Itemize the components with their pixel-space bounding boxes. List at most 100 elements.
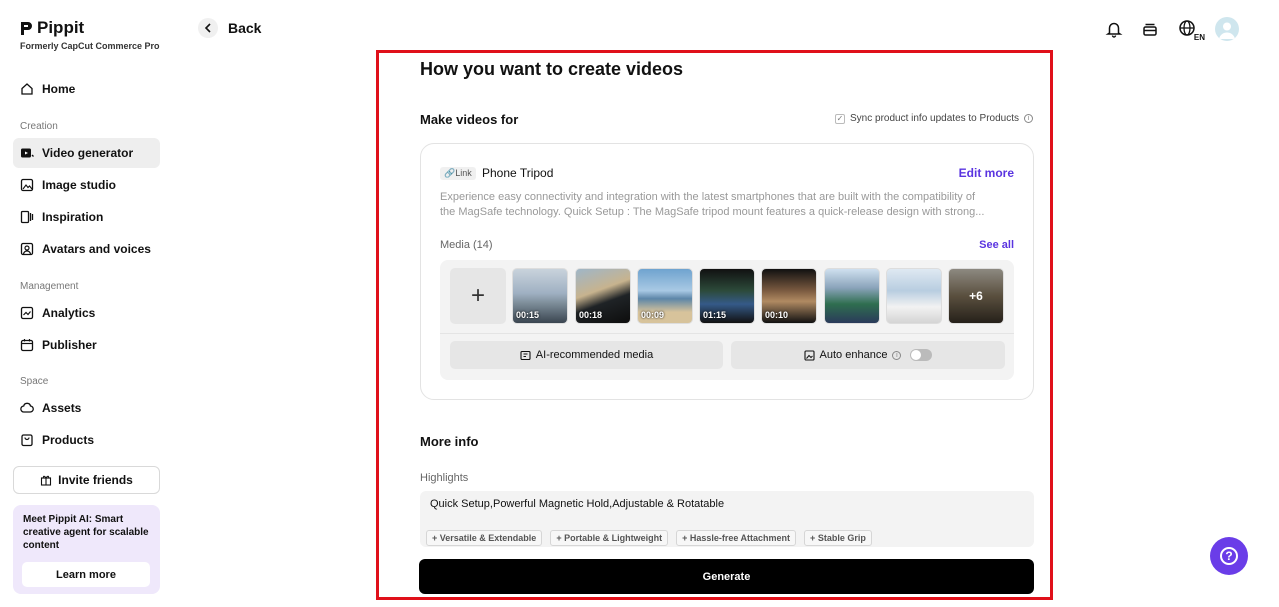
media-thumbnail[interactable]: 00:15 bbox=[512, 268, 568, 324]
image-icon bbox=[20, 178, 34, 192]
sidebar-item-label: Analytics bbox=[42, 306, 96, 320]
duration-label: 00:10 bbox=[765, 310, 789, 320]
sidebar-item-home[interactable]: Home bbox=[13, 74, 160, 104]
ai-recommended-media-button[interactable]: AI-recommended media bbox=[450, 341, 723, 369]
ai-media-icon bbox=[520, 350, 531, 360]
sidebar-item-inspiration[interactable]: Inspiration bbox=[13, 202, 160, 232]
home-icon bbox=[21, 83, 33, 95]
brand-logo[interactable]: Pippit bbox=[20, 18, 84, 38]
sidebar-item-products[interactable]: Products bbox=[13, 425, 160, 455]
chevron-left-icon bbox=[198, 18, 218, 38]
divider bbox=[440, 333, 1014, 334]
invite-label: Invite friends bbox=[58, 473, 133, 487]
sidebar-item-avatars[interactable]: Avatars and voices bbox=[13, 234, 160, 264]
duration-label: 00:15 bbox=[516, 310, 540, 320]
user-avatar[interactable] bbox=[1215, 17, 1239, 41]
sidebar-item-label: Image studio bbox=[42, 178, 117, 192]
sidebar-item-publisher[interactable]: Publisher bbox=[13, 330, 160, 360]
sidebar-item-assets[interactable]: Assets bbox=[13, 393, 160, 423]
ai-button-label: AI-recommended media bbox=[535, 349, 654, 361]
plus-icon: + bbox=[470, 282, 485, 309]
product-card: 🔗Link Phone Tripod Edit more Experience … bbox=[420, 143, 1034, 400]
promo-text: Meet Pippit AI: Smart creative agent for… bbox=[23, 514, 149, 551]
section-management: Management bbox=[20, 281, 79, 292]
gift-icon bbox=[41, 475, 52, 486]
highlight-suggestions: + Versatile & Extendable + Portable & Li… bbox=[426, 530, 872, 546]
link-tag: 🔗Link bbox=[440, 167, 476, 180]
media-thumbnail[interactable] bbox=[824, 268, 880, 324]
highlights-field[interactable]: Quick Setup,Powerful Magnetic Hold,Adjus… bbox=[420, 491, 1034, 547]
edit-more-link[interactable]: Edit more bbox=[959, 166, 1014, 180]
back-label: Back bbox=[228, 20, 262, 36]
bag-icon bbox=[21, 434, 33, 447]
stack-icon[interactable] bbox=[1139, 18, 1161, 40]
cloud-icon bbox=[20, 402, 34, 413]
sidebar-item-label: Products bbox=[42, 433, 95, 447]
avatar-icon bbox=[20, 242, 34, 256]
auto-enhance-toggle[interactable] bbox=[910, 349, 933, 361]
highlights-text[interactable]: Quick Setup,Powerful Magnetic Hold,Adjus… bbox=[430, 498, 724, 510]
enhance-icon bbox=[803, 349, 815, 361]
generate-button[interactable]: Generate bbox=[419, 559, 1034, 594]
sidebar-item-label: Assets bbox=[42, 401, 82, 415]
top-toolbar: EN bbox=[1103, 17, 1239, 42]
invite-friends-button[interactable]: Invite friends bbox=[13, 466, 160, 494]
auto-enhance-label: Auto enhance bbox=[819, 349, 888, 361]
language-globe-icon[interactable]: EN bbox=[1175, 18, 1205, 42]
media-thumbnail[interactable]: +6 bbox=[948, 268, 1004, 324]
sidebar-item-label: Inspiration bbox=[42, 210, 104, 224]
sync-checkbox[interactable]: ✓ Sync product info updates to Products … bbox=[835, 113, 1033, 124]
section-space: Space bbox=[20, 376, 49, 387]
auto-enhance-control: Auto enhance i bbox=[731, 341, 1005, 369]
media-thumbnail[interactable]: 01:15 bbox=[699, 268, 755, 324]
learn-more-button[interactable]: Learn more bbox=[22, 562, 150, 587]
duration-label: 00:18 bbox=[579, 310, 603, 320]
add-media-button[interactable]: + bbox=[450, 268, 506, 324]
media-thumbnail[interactable] bbox=[886, 268, 942, 324]
promo-card: Meet Pippit AI: Smart creative agent for… bbox=[13, 505, 160, 594]
description-line: the MagSafe technology. Quick Setup : Th… bbox=[440, 206, 985, 218]
sidebar-item-video-generator[interactable]: Video generator bbox=[13, 138, 160, 168]
media-thumbnail[interactable]: 00:18 bbox=[575, 268, 631, 324]
highlight-chip[interactable]: + Portable & Lightweight bbox=[550, 530, 669, 546]
info-icon[interactable]: i bbox=[892, 350, 902, 360]
video-icon bbox=[21, 148, 34, 158]
info-icon[interactable]: i bbox=[1024, 114, 1033, 123]
language-code: EN bbox=[1193, 33, 1205, 42]
sidebar-item-analytics[interactable]: Analytics bbox=[13, 298, 160, 328]
brand-name: Pippit bbox=[37, 18, 85, 37]
duration-label: 00:09 bbox=[641, 310, 665, 320]
see-all-link[interactable]: See all bbox=[979, 239, 1014, 251]
sidebar-item-image-studio[interactable]: Image studio bbox=[13, 170, 160, 200]
media-thumbnail[interactable]: 00:09 bbox=[637, 268, 693, 324]
highlights-label: Highlights bbox=[420, 472, 469, 484]
highlight-chip[interactable]: + Versatile & Extendable bbox=[426, 530, 543, 546]
media-panel: + 00:15 00:18 00:09 01:15 00:10 +6 AI-re… bbox=[440, 260, 1014, 380]
media-count-label: Media (14) bbox=[440, 239, 493, 251]
help-button[interactable]: ? bbox=[1210, 537, 1248, 575]
bell-icon[interactable] bbox=[1103, 18, 1125, 40]
sidebar-item-label: Home bbox=[42, 82, 76, 96]
sidebar: Pippit Formerly CapCut Commerce Pro Home… bbox=[0, 0, 172, 607]
checkmark-icon: ✓ bbox=[835, 113, 845, 124]
highlight-chip[interactable]: + Stable Grip bbox=[804, 530, 872, 546]
page-title: How you want to create videos bbox=[420, 59, 684, 79]
duration-label: 01:15 bbox=[703, 310, 727, 320]
brand-subtitle: Formerly CapCut Commerce Pro bbox=[20, 41, 160, 51]
question-icon: ? bbox=[1220, 547, 1238, 565]
highlight-chip[interactable]: + Hassle-free Attachment bbox=[676, 530, 797, 546]
description-line: Experience easy connectivity and integra… bbox=[440, 191, 976, 203]
product-description: Experience easy connectivity and integra… bbox=[440, 190, 1016, 220]
media-thumbnail[interactable]: 00:10 bbox=[761, 268, 817, 324]
inspiration-icon bbox=[20, 210, 34, 224]
sidebar-item-label: Avatars and voices bbox=[42, 242, 151, 256]
make-videos-for-label: Make videos for bbox=[420, 112, 519, 127]
product-name: Phone Tripod bbox=[482, 166, 554, 180]
back-button[interactable]: Back bbox=[198, 18, 261, 38]
more-media-count: +6 bbox=[949, 269, 1003, 323]
pippit-logo-icon bbox=[21, 21, 32, 35]
analytics-icon bbox=[20, 306, 34, 320]
more-info-heading: More info bbox=[420, 434, 479, 449]
sync-label: Sync product info updates to Products bbox=[850, 113, 1019, 124]
calendar-icon bbox=[20, 339, 34, 352]
